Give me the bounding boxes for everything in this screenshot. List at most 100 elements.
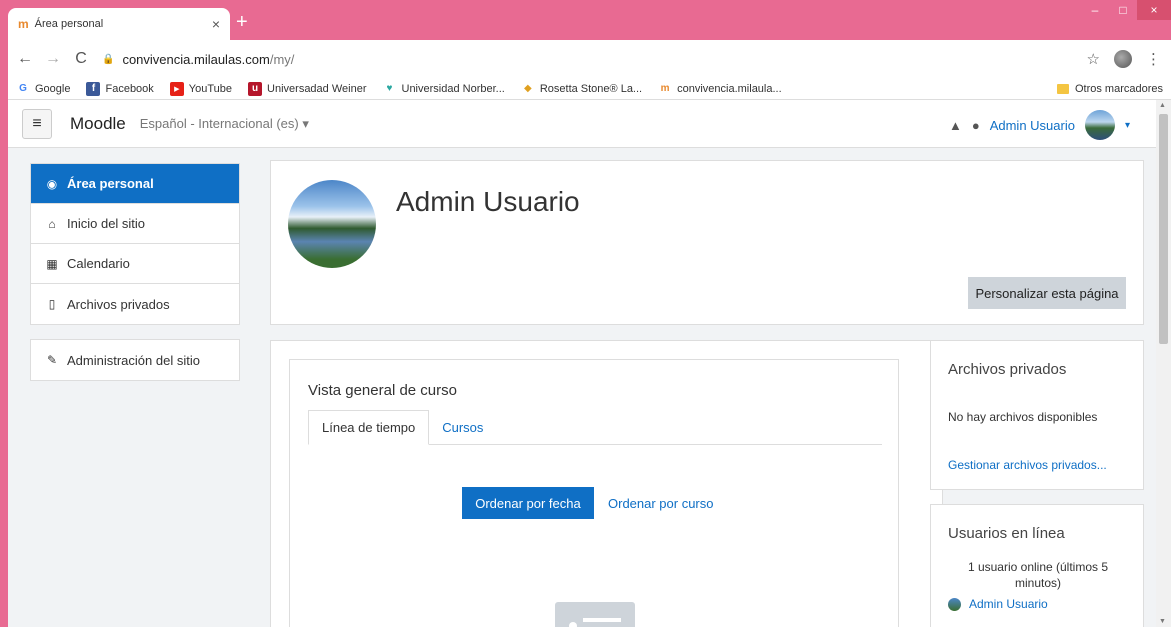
online-users-summary: 1 usuario online (últimos 5 minutos) [967,560,1109,590]
wrench-icon: ✎ [46,353,58,367]
tab-timeline[interactable]: Línea de tiempo [308,410,430,445]
manage-private-files-link[interactable]: Gestionar archivos privados... [948,458,1107,472]
bookmark-youtube[interactable]: ▶ YouTube [169,81,233,96]
bookmark-label: convivencia.milaula... [677,82,782,95]
private-files-block: Archivos privados No hay archivos dispon… [930,340,1144,490]
window-controls: – □ × [1081,0,1171,20]
drawer-item-site-admin[interactable]: ✎ Administración del sitio [31,340,239,380]
google-icon: G [19,83,27,94]
sort-by-date-button[interactable]: Ordenar por fecha [462,487,594,519]
scroll-up-icon[interactable]: ▲ [1159,102,1166,109]
profile-avatar[interactable] [1114,50,1132,68]
chat-icon[interactable]: ● [972,118,980,133]
close-window-icon[interactable]: × [1137,0,1171,20]
bookmark-rosetta-stone[interactable]: ◆ Rosetta Stone® La... [521,82,642,96]
bookmark-universidad-weiner[interactable]: u Universadad Weiner [248,81,367,96]
online-user-name: Admin Usuario [969,597,1048,611]
avatar[interactable] [1084,110,1115,140]
moodle-favicon-icon: m [18,17,29,31]
illustration-dot [569,622,577,627]
course-overview-block: Vista general de curso Línea de tiempo C… [289,359,899,627]
course-overview-tabs: Línea de tiempo Cursos [308,410,882,445]
main-region: Vista general de curso Línea de tiempo C… [270,340,943,627]
scroll-down-icon[interactable]: ▼ [1159,618,1166,625]
user-nav: ▲ ● Admin Usuario ▾ [949,110,1130,140]
drawer-item-home[interactable]: ⌂ Inicio del sitio [31,204,239,244]
browser-toolbar: ← → C 🔒 convivencia.milaulas.com/my/ ☆ ⋮ [8,40,1171,78]
rosetta-stone-icon: ◆ [523,83,532,94]
reload-icon[interactable]: C [70,50,92,68]
drawer-item-label: Administración del sitio [67,352,200,368]
avatar [948,597,961,611]
scrollbar-thumb[interactable] [1159,114,1168,344]
page-viewport: ≡ Moodle Español - Internacional (es) ▾ … [8,100,1171,627]
block-title: Usuarios en línea [948,525,1065,542]
toolbar-actions: ☆ ⋮ [1087,50,1161,68]
tab-title: Área personal [34,18,104,30]
online-user-item[interactable]: Admin Usuario [948,597,1048,611]
maximize-icon[interactable]: □ [1109,0,1137,20]
bookmark-label: YouTube [188,82,233,95]
bookmark-google[interactable]: G Google [16,82,70,96]
tab-courses[interactable]: Cursos [429,410,496,445]
drawer-item-calendar[interactable]: ▦ Calendario [31,244,239,284]
online-users-block: Usuarios en línea 1 usuario online (últi… [930,504,1144,627]
address-bar[interactable]: 🔒 convivencia.milaulas.com/my/ [102,52,294,67]
url-host: convivencia.milaulas.com [122,51,270,67]
bookmark-star-icon[interactable]: ☆ [1087,50,1100,68]
nav-drawer: ◉ Área personal ⌂ Inicio del sitio ▦ Calend… [8,148,258,627]
close-tab-icon[interactable]: × [212,16,220,32]
sort-by-course-link[interactable]: Ordenar por curso [608,496,714,511]
drawer-item-dashboard[interactable]: ◉ Área personal [31,164,239,204]
other-bookmarks[interactable]: Otros marcadores [1056,83,1163,95]
drawer-admin-group: ✎ Administración del sitio [30,339,240,381]
bookmark-facebook[interactable]: f Facebook [86,81,154,96]
minimize-icon[interactable]: – [1081,0,1109,20]
block-title: Archivos privados [948,361,1067,378]
site-brand[interactable]: Moodle [70,114,126,134]
bell-icon[interactable]: ▲ [949,118,962,133]
lock-icon: 🔒 [102,53,115,65]
bookmark-convivencia[interactable]: m convivencia.milaula... [658,82,782,96]
bookmark-universidad-norbert[interactable]: ♥ Universidad Norber... [383,82,505,96]
forward-icon[interactable]: → [42,50,64,68]
drawer-item-label: Inicio del sitio [67,216,146,231]
moodle-navbar: ≡ Moodle Español - Internacional (es) ▾ … [8,100,1156,148]
home-icon: ⌂ [48,216,56,231]
browser-menu-icon[interactable]: ⋮ [1146,50,1161,68]
dashboard-icon: ◉ [46,176,58,191]
illustration-line [583,618,621,622]
drawer-item-label: Archivos privados [67,296,170,312]
university-logo-icon: ♥ [386,83,393,94]
browser-tabstrip: m Área personal × + – □ × [0,0,1171,40]
page-header: Admin Usuario Personalizar esta página [270,160,1144,325]
bookmark-label: Facebook [105,82,154,95]
avatar [288,180,376,268]
drawer-main-group: ◉ Área personal ⌂ Inicio del sitio ▦ Calend… [30,163,240,325]
browser-tab[interactable]: m Área personal × [8,8,230,40]
menu-toggle-button[interactable]: ≡ [22,108,52,139]
language-label: Español - Internacional (es) [139,115,299,131]
language-menu[interactable]: Español - Internacional (es) ▾ [140,116,309,132]
empty-state-illustration [555,602,635,627]
url-path: /my/ [269,51,295,67]
block-title: Vista general de curso [308,382,457,399]
bookmark-label: Google [35,82,71,95]
new-tab-button[interactable]: + [236,12,248,32]
bookmark-label: Rosetta Stone® La... [539,82,643,95]
chevron-down-icon[interactable]: ▾ [1125,120,1130,131]
bookmarks-bar: G Google f Facebook ▶ YouTube u Universadad … [8,78,1171,100]
youtube-icon: ▶ [169,81,184,96]
no-files-text: No hay archivos disponibles [948,410,1098,424]
customize-page-button[interactable]: Personalizar esta página [968,277,1126,309]
chevron-down-icon: ▾ [302,115,309,131]
user-menu-name[interactable]: Admin Usuario [990,118,1075,133]
back-icon[interactable]: ← [14,50,36,68]
drawer-item-private-files[interactable]: ▯ Archivos privados [31,284,239,324]
bookmark-label: Universadad Weiner [267,82,367,95]
folder-icon [1056,83,1069,94]
drawer-item-label: Área personal [67,176,154,191]
bookmark-label: Universidad Norber... [401,82,505,95]
page-scrollbar[interactable]: ▲ ▼ [1156,100,1171,627]
moodle-favicon-icon: m [660,83,670,94]
